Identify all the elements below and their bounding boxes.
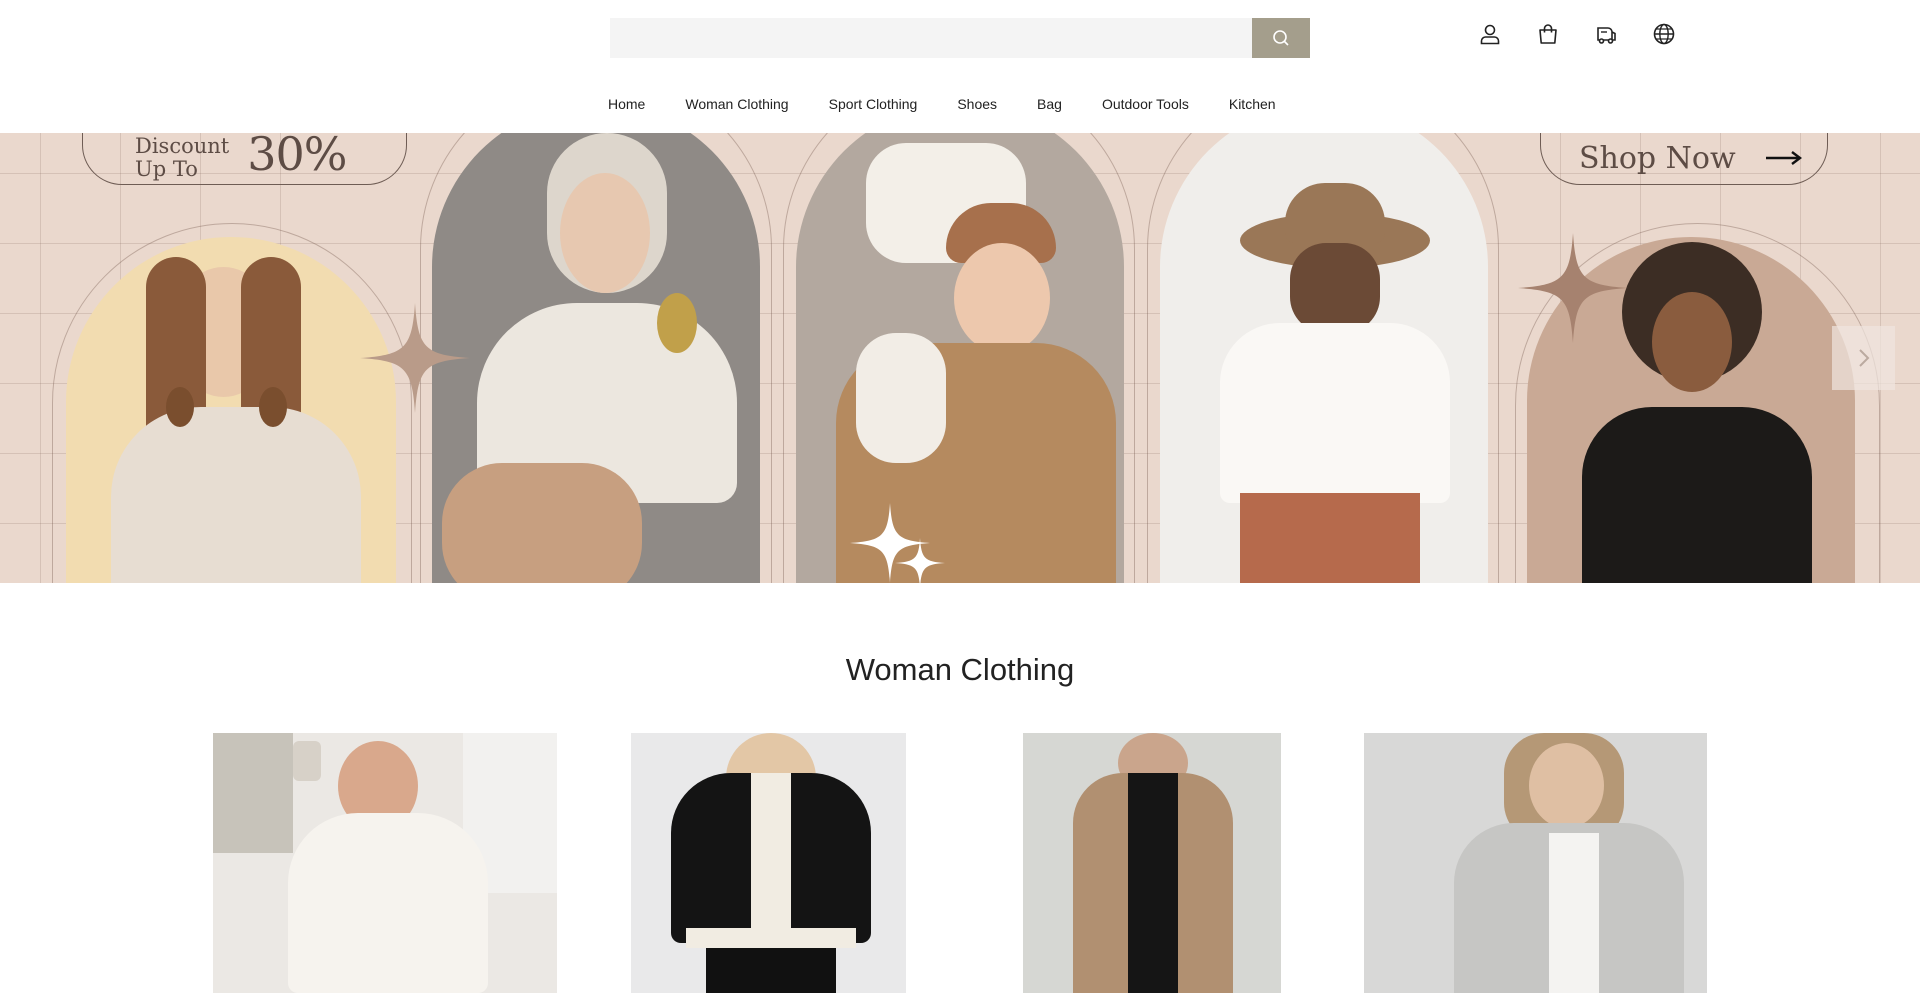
nav-item-kitchen[interactable]: Kitchen [1229,96,1276,112]
nav-item-woman-clothing[interactable]: Woman Clothing [685,96,788,112]
model-photo-2 [432,133,760,583]
site-header: Home Woman Clothing Sport Clothing Shoes… [0,0,1920,133]
orders-button[interactable] [1592,20,1620,48]
product-card-1[interactable] [213,733,557,993]
product-card-4[interactable] [1364,733,1707,993]
chevron-right-icon [1858,349,1869,367]
nav-item-bag[interactable]: Bag [1037,96,1062,112]
nav-item-sport-clothing[interactable]: Sport Clothing [829,96,918,112]
carousel-next-button[interactable] [1832,326,1895,390]
hero-banner[interactable]: Discount Up To 30% Shop Now [0,133,1920,583]
sparkle-icon [360,303,470,413]
globe-icon [1653,23,1675,45]
sparkle-icon [1518,233,1628,343]
grid-line [40,133,41,583]
discount-value: 30% [247,133,347,181]
discount-sublabel: Up To [135,157,198,181]
user-icon [1480,24,1500,45]
search-icon [1273,30,1289,46]
model-photo-1 [66,237,396,583]
shop-now-label: Shop Now [1579,140,1736,176]
discount-text: Discount Up To [135,135,229,181]
shop-now-button[interactable]: Shop Now [1540,133,1828,185]
delivery-truck-icon [1597,27,1616,44]
nav-item-home[interactable]: Home [608,96,645,112]
search-button[interactable] [1252,18,1310,58]
nav-item-shoes[interactable]: Shoes [957,96,997,112]
model-photo-3 [796,133,1124,583]
arrow-right-icon [1765,151,1802,165]
header-icons [1476,20,1678,48]
section-title: Woman Clothing [845,652,1075,687]
discount-label: Discount [135,134,230,158]
sparkle-icon [895,538,945,583]
search-input[interactable] [610,18,1252,58]
product-card-3[interactable] [1023,733,1281,993]
shopping-bag-icon [1539,24,1557,44]
model-photo-4 [1160,133,1488,583]
account-button[interactable] [1476,20,1504,48]
discount-badge: Discount Up To 30% [82,133,407,185]
language-button[interactable] [1650,20,1678,48]
cart-button[interactable] [1534,20,1562,48]
product-card-2[interactable] [631,733,906,993]
nav-item-outdoor-tools[interactable]: Outdoor Tools [1102,96,1189,112]
